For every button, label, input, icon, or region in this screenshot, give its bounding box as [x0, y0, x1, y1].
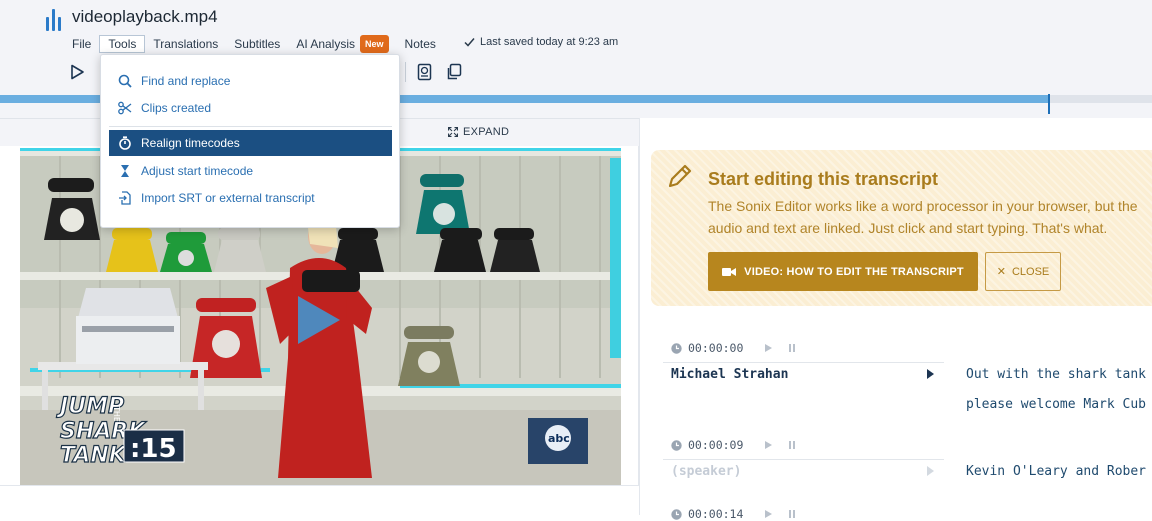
menu-ai-analysis-label: AI Analysis — [296, 37, 356, 51]
banner-title: Start editing this transcript — [708, 169, 939, 189]
transcript-text-line[interactable]: Out with the shark tank — [966, 360, 1146, 390]
tools-dropdown-menu: Find and replace Clips created Realign t… — [100, 54, 400, 228]
segment-timestamp: 00:00:09 — [671, 438, 801, 452]
pane-divider — [639, 118, 640, 515]
new-badge: New — [360, 35, 389, 53]
segment-divider — [663, 362, 944, 363]
speaker-placeholder[interactable]: (speaker) — [671, 464, 741, 479]
menu-item-adjust-start-timecode[interactable]: Adjust start timecode — [109, 158, 392, 184]
menu-subtitles[interactable]: Subtitles — [226, 36, 288, 52]
segment-timestamp: 00:00:00 — [671, 341, 801, 355]
clock-icon — [671, 439, 682, 451]
segment-time-text: 00:00:09 — [688, 438, 744, 452]
segment-pause-icon[interactable] — [781, 509, 801, 519]
menu-tools[interactable]: Tools — [99, 34, 146, 53]
overlay-tank-text: TANK — [60, 443, 128, 468]
video-camera-icon — [722, 267, 737, 276]
expand-button[interactable]: EXPAND — [448, 126, 509, 138]
transcript-text-line[interactable]: please welcome Mark Cub — [966, 390, 1146, 420]
checkmark-icon — [464, 38, 475, 47]
clock-icon — [671, 508, 682, 520]
segment-time-text: 00:00:00 — [688, 341, 744, 355]
file-import-icon — [119, 191, 131, 205]
segment-pause-icon[interactable] — [781, 440, 801, 450]
menu-file[interactable]: File — [64, 36, 99, 52]
transcript-text-line[interactable]: Kevin O'Leary and Rober — [966, 457, 1146, 487]
menu-item-find-replace[interactable]: Find and replace — [109, 68, 392, 94]
expand-label: EXPAND — [463, 126, 510, 138]
overlay-the-text: THE — [112, 405, 121, 422]
hourglass-icon — [121, 165, 129, 177]
file-title: videoplayback.mp4 — [72, 7, 218, 26]
toolbar-divider — [405, 62, 406, 82]
sonix-logo-icon — [46, 9, 64, 31]
close-icon: ✕ — [996, 266, 1006, 278]
menu-bar: File Tools Translations Subtitles AI Ana… — [64, 34, 444, 53]
menu-item-realign-timecodes[interactable]: Realign timecodes — [109, 130, 392, 156]
video-tutorial-label: VIDEO: HOW TO EDIT THE TRANSCRIPT — [744, 265, 964, 278]
copy-icon[interactable] — [445, 63, 463, 81]
expand-icon — [448, 127, 458, 137]
speaker-caret-icon[interactable] — [926, 466, 934, 476]
abc-logo-text: abc — [548, 432, 570, 445]
segment-pause-icon[interactable] — [781, 343, 801, 353]
close-banner-label: CLOSE — [1011, 265, 1050, 278]
menu-item-label: Clips created — [141, 101, 212, 115]
banner-text: The Sonix Editor works like a word proce… — [708, 198, 1138, 236]
close-banner-button[interactable]: ✕ CLOSE — [985, 252, 1061, 291]
segment-play-icon[interactable] — [755, 509, 775, 519]
playhead-marker[interactable] — [1048, 94, 1050, 114]
speaker-name[interactable]: Michael Strahan — [671, 367, 788, 382]
countdown-text: :15 — [130, 434, 177, 464]
menu-ai-analysis[interactable]: AI Analysis New — [288, 35, 396, 53]
menu-item-label: Find and replace — [141, 74, 231, 88]
pencil-icon — [668, 164, 692, 188]
scissors-icon — [118, 101, 132, 115]
segment-divider — [663, 459, 944, 460]
speaker-caret-icon[interactable] — [926, 369, 934, 379]
segment-play-icon[interactable] — [755, 343, 775, 353]
menu-item-label: Realign timecodes — [141, 136, 240, 150]
segment-timestamp: 00:00:14 — [671, 507, 801, 521]
clock-icon — [671, 342, 682, 354]
menu-item-clips-created[interactable]: Clips created — [109, 95, 392, 121]
save-status: Last saved today at 9:23 am — [464, 36, 618, 48]
menu-separator — [109, 126, 392, 127]
video-tutorial-button[interactable]: VIDEO: HOW TO EDIT THE TRANSCRIPT — [708, 252, 978, 291]
search-icon — [118, 74, 132, 88]
segment-time-text: 00:00:14 — [688, 507, 744, 521]
stopwatch-icon — [119, 136, 131, 150]
menu-item-import-srt[interactable]: Import SRT or external transcript — [109, 185, 392, 211]
glossary-book-icon[interactable] — [416, 63, 434, 81]
menu-item-label: Adjust start timecode — [141, 164, 254, 178]
menu-notes[interactable]: Notes — [397, 36, 444, 52]
segment-play-icon[interactable] — [755, 440, 775, 450]
menu-translations[interactable]: Translations — [145, 36, 226, 52]
save-status-text: Last saved today at 9:23 am — [480, 36, 619, 48]
play-icon[interactable] — [69, 64, 85, 80]
menu-item-label: Import SRT or external transcript — [141, 191, 315, 205]
